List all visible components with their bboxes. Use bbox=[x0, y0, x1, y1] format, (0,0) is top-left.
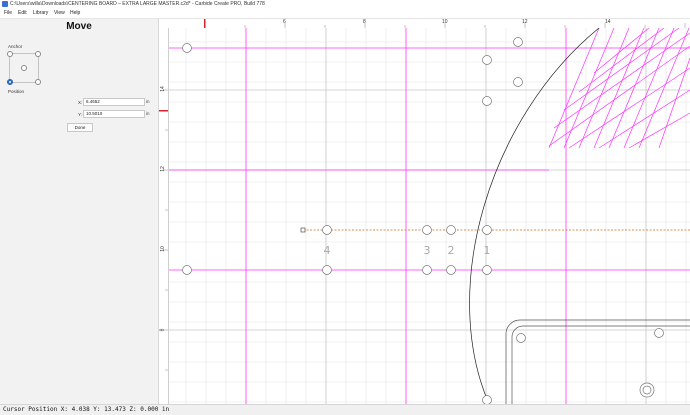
panel-title: Move bbox=[66, 21, 92, 32]
board-outline-curve bbox=[469, 28, 600, 404]
anchor-center[interactable] bbox=[21, 65, 27, 71]
position-label: Position bbox=[8, 89, 25, 94]
magenta-guides bbox=[169, 28, 690, 404]
major-grid-lines bbox=[169, 28, 690, 404]
menu-view[interactable]: View bbox=[54, 9, 65, 18]
left-ruler: 14 12 10 8 bbox=[159, 28, 169, 404]
menu-file[interactable]: File bbox=[4, 9, 12, 18]
left-ruler-label: 12 bbox=[159, 166, 166, 172]
menu-edit[interactable]: Edit bbox=[18, 9, 27, 18]
design-canvas[interactable]: 4 3 2 1 bbox=[169, 28, 690, 404]
left-ruler-ticks bbox=[159, 89, 168, 371]
hole-label-2: 2 bbox=[448, 244, 455, 257]
done-button[interactable]: Done bbox=[67, 123, 93, 132]
top-ruler-label: 6 bbox=[283, 19, 286, 25]
x-label: X: bbox=[78, 100, 83, 105]
anchor-top-right[interactable] bbox=[35, 51, 41, 57]
window-title: C:\Users\willa\Downloads\CENTERING BOARD… bbox=[10, 1, 265, 7]
bottom-panel-inner bbox=[511, 325, 690, 404]
hole-label-4: 4 bbox=[324, 244, 331, 257]
left-ruler-label: 14 bbox=[159, 86, 166, 92]
top-ruler-label: 8 bbox=[363, 19, 366, 25]
anchor-bottom-left[interactable] bbox=[7, 79, 13, 85]
status-bar: Cursor Position X: 4.038 Y: 13.473 Z: 0.… bbox=[0, 404, 690, 415]
holes bbox=[182, 37, 664, 404]
top-ruler-label: 12 bbox=[522, 19, 528, 25]
canvas-drawing[interactable]: 4 3 2 1 bbox=[169, 28, 690, 404]
anchor-selector bbox=[7, 51, 41, 85]
x-position-input[interactable]: 6.4652 bbox=[83, 98, 145, 106]
title-bar: C:\Users\willa\Downloads\CENTERING BOARD… bbox=[0, 0, 690, 9]
menu-library[interactable]: Library bbox=[33, 9, 48, 18]
left-ruler-label: 8 bbox=[159, 328, 166, 332]
anchor-bottom-right[interactable] bbox=[35, 79, 41, 85]
menu-bar: File Edit Library View Help bbox=[0, 9, 690, 19]
grid-lines bbox=[169, 28, 690, 404]
cross-hatch-pattern bbox=[548, 28, 690, 149]
app-icon bbox=[2, 1, 8, 7]
top-ruler-marker bbox=[204, 19, 206, 28]
hole-label-1: 1 bbox=[484, 244, 491, 257]
top-ruler-label: 10 bbox=[442, 19, 448, 25]
anchor-label: Anchor bbox=[8, 44, 23, 49]
y-unit: in bbox=[146, 111, 150, 116]
move-panel: Move Anchor Position X: 6.4652 in Y: 10.… bbox=[0, 19, 159, 404]
menu-help[interactable]: Help bbox=[70, 9, 80, 18]
y-position-input[interactable]: 10.5010 bbox=[83, 110, 145, 118]
top-ruler-label: 14 bbox=[605, 19, 611, 25]
anchor-top-left[interactable] bbox=[7, 51, 13, 57]
y-label: Y: bbox=[78, 112, 83, 117]
left-ruler-label: 10 bbox=[159, 246, 166, 252]
hole-label-3: 3 bbox=[424, 244, 431, 257]
selection-anchor-handle bbox=[300, 227, 306, 233]
left-ruler-marker bbox=[159, 110, 168, 112]
x-unit: in bbox=[146, 99, 150, 104]
